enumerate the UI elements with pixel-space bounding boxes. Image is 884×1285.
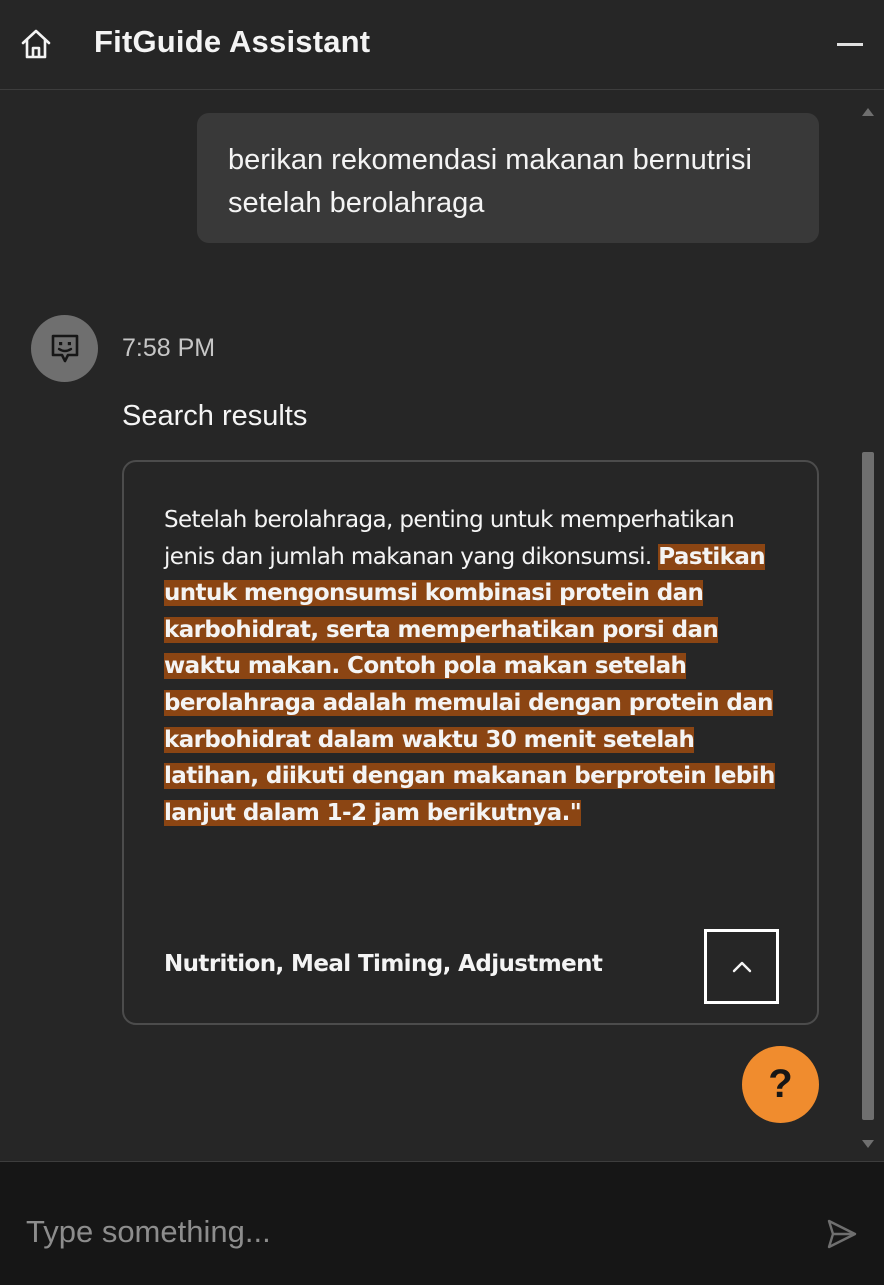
composer xyxy=(0,1161,884,1285)
message-input[interactable] xyxy=(26,1206,796,1258)
home-icon xyxy=(21,29,51,59)
message-list: berikan rekomendasi makanan bernutrisi s… xyxy=(0,91,884,1161)
home-button[interactable] xyxy=(14,24,58,64)
search-result-card: Setelah berolahraga, penting untuk mempe… xyxy=(122,460,819,1025)
chat-bot-icon xyxy=(51,334,78,362)
chevron-up-icon xyxy=(732,961,751,972)
scroll-up-arrow-icon[interactable] xyxy=(862,108,874,116)
minimize-icon xyxy=(837,42,863,46)
scroll-down-arrow-icon[interactable] xyxy=(862,1140,874,1148)
fitguide-chat-window: FitGuide Assistant berikan rekomendasi m… xyxy=(0,0,884,1285)
send-icon xyxy=(827,1219,857,1249)
header: FitGuide Assistant xyxy=(0,0,884,90)
minimize-button[interactable] xyxy=(834,30,866,58)
scrollbar[interactable] xyxy=(862,100,876,1148)
result-tags: Nutrition, Meal Timing, Adjustment xyxy=(164,951,603,977)
send-button[interactable] xyxy=(818,1210,866,1258)
result-text-highlighted: Pastikan untuk mengonsumsi kombinasi pro… xyxy=(164,543,775,826)
bot-avatar xyxy=(31,315,98,382)
scrollbar-thumb[interactable] xyxy=(862,452,874,1120)
collapse-result-button[interactable] xyxy=(704,929,779,1004)
result-text-plain: Setelah berolahraga, penting untuk mempe… xyxy=(164,507,735,570)
app-title: FitGuide Assistant xyxy=(94,24,371,59)
help-button[interactable]: ? xyxy=(742,1046,819,1123)
message-timestamp: 7:58 PM xyxy=(122,334,216,362)
search-results-heading: Search results xyxy=(122,400,308,432)
result-text: Setelah berolahraga, penting untuk mempe… xyxy=(164,502,776,831)
user-message-bubble: berikan rekomendasi makanan bernutrisi s… xyxy=(197,113,819,243)
